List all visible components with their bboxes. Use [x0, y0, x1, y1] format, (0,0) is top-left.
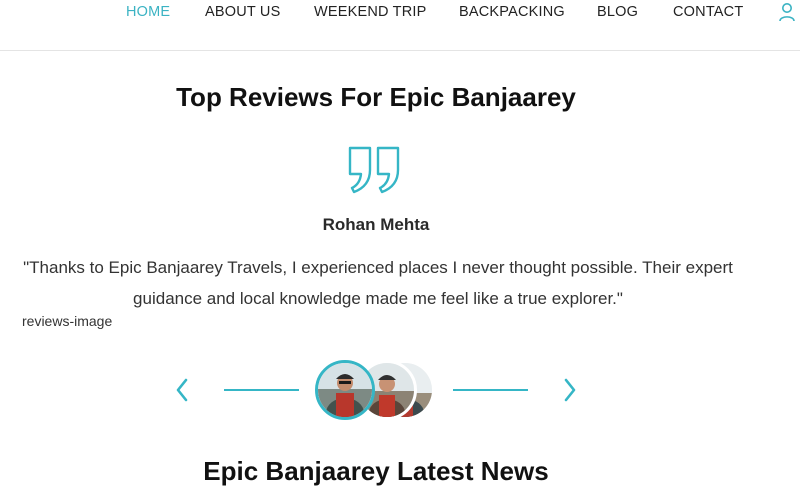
nav-contact[interactable]: CONTACT: [673, 4, 743, 20]
quote-icon: [346, 144, 406, 196]
chevron-right-icon[interactable]: [561, 376, 579, 404]
nav-weekend-trip[interactable]: WEEKEND TRIP: [314, 4, 427, 20]
user-icon[interactable]: [778, 2, 796, 22]
review-text: "Thanks to Epic Banjaarey Travels, I exp…: [23, 258, 733, 308]
nav-backpacking[interactable]: BACKPACKING: [459, 4, 565, 20]
nav-home[interactable]: HOME: [126, 4, 170, 20]
nav-blog[interactable]: BLOG: [597, 4, 638, 20]
nav-about-us[interactable]: ABOUT US: [205, 4, 280, 20]
slider-line-left: [224, 389, 299, 391]
reviews-heading: Top Reviews For Epic Banjaarey: [176, 82, 576, 112]
reviews-slider: [0, 355, 800, 425]
reviewer-name: Rohan Mehta: [322, 215, 430, 234]
top-navigation: HOME ABOUT US WEEKEND TRIP BACKPACKING B…: [0, 0, 800, 51]
reviewer-avatar-1[interactable]: [315, 360, 375, 420]
slider-line-right: [453, 389, 528, 391]
reviews-image-alt: reviews-image: [22, 313, 113, 329]
chevron-left-icon[interactable]: [173, 376, 191, 404]
news-heading: Epic Banjaarey Latest News: [203, 456, 549, 486]
